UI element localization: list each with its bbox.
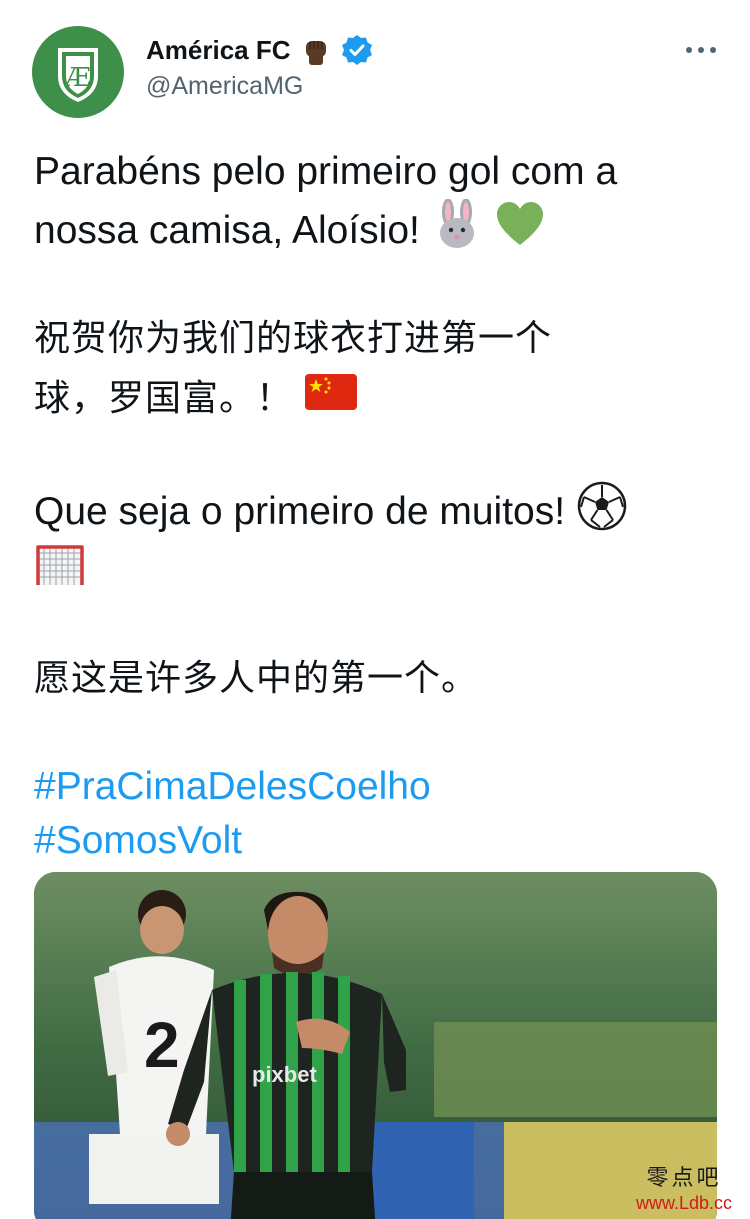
jersey-sponsor-text: pixbet — [252, 1062, 317, 1087]
america-fc-crest-icon: Æ — [58, 48, 98, 102]
text-line: nossa camisa, Aloísio! — [34, 209, 420, 252]
opponent-jersey-number: 2 — [144, 1009, 180, 1081]
tweet-media-photo[interactable]: 2 pixbet — [34, 872, 717, 1219]
raised-fist-icon — [305, 41, 326, 65]
player-photo: 2 pixbet — [34, 872, 717, 1219]
tweet-text: Parabéns pelo primeiro gol com a nossa c… — [34, 145, 724, 868]
name-row: América FC — [146, 30, 373, 70]
text-line-with-emoji: nossa camisa, Aloísio! — [34, 199, 724, 258]
rabbit-face-icon — [439, 199, 474, 248]
soccer-ball-icon — [577, 481, 627, 531]
watermark-title: 零点吧 — [646, 1166, 722, 1191]
watermark-url: www.Ldb.cc — [635, 1193, 733, 1213]
verified-badge-icon[interactable] — [341, 34, 373, 66]
display-name[interactable]: América FC — [146, 35, 291, 66]
text-line: Parabéns pelo primeiro gol com a — [34, 150, 618, 193]
account-handle[interactable]: @AmericaMG — [146, 72, 303, 101]
more-options-icon[interactable] — [686, 40, 716, 60]
china-flag-icon — [305, 374, 358, 410]
emoji-line — [34, 539, 724, 598]
text-line-with-emoji: 球，罗国富。！ — [34, 366, 724, 426]
text-line: 祝贺你为我们的球衣打进第一个 — [34, 318, 553, 359]
hashtag-link[interactable]: #SomosVolt — [34, 814, 724, 868]
text-line: 球，罗国富。！ — [34, 378, 294, 419]
avatar[interactable]: Æ — [32, 26, 124, 118]
site-watermark: 零点吧 www.Ldb.cc — [622, 1166, 746, 1218]
tweet-header: Æ América FC @AmericaMG — [0, 0, 750, 130]
text-line: 愿这是许多人中的第一个。 — [34, 658, 479, 699]
green-heart-icon — [496, 202, 543, 245]
goal-net-icon — [36, 545, 84, 585]
svg-text:Æ: Æ — [64, 63, 91, 93]
text-line-with-emoji: Que seja o primeiro de muitos! — [34, 480, 724, 539]
hashtag-link[interactable]: #PraCimaDelesCoelho — [34, 760, 724, 814]
text-line: Que seja o primeiro de muitos! — [34, 490, 566, 533]
